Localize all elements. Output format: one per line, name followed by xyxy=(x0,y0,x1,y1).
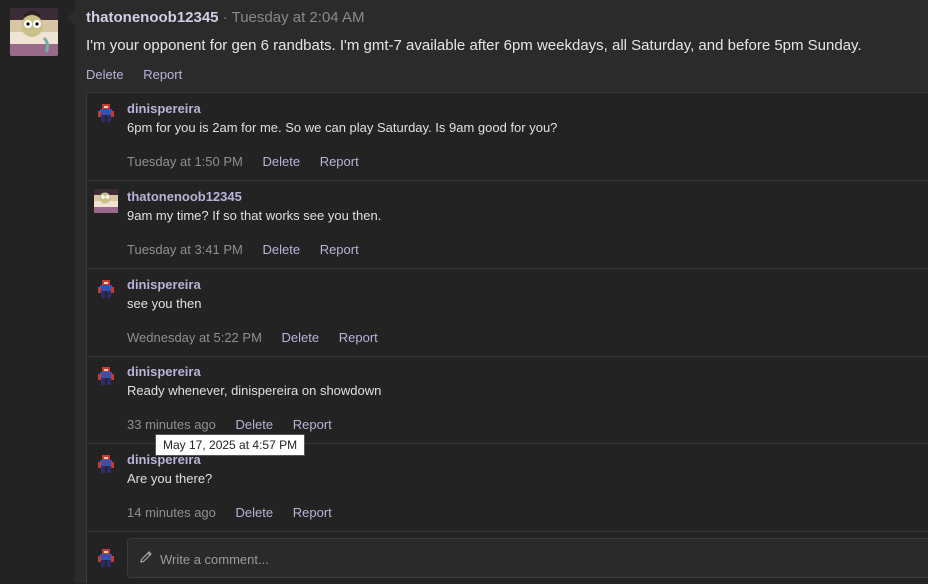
comment-text: see you then xyxy=(127,296,202,311)
left-gutter xyxy=(0,0,75,583)
post-header: thatonenoob12345 · Tuesday at 2:04 AM xyxy=(86,9,364,26)
pixel-sprite-icon xyxy=(98,367,114,385)
comment-username[interactable]: thatonenoob12345 xyxy=(127,189,242,204)
comment-input[interactable] xyxy=(158,547,862,571)
comment-delete-button[interactable]: Delete xyxy=(236,417,274,432)
comment-item: dinispereira 6pm for you is 2am for me. … xyxy=(87,93,928,181)
comment-delete-button[interactable]: Delete xyxy=(282,330,320,345)
post-delete-button[interactable]: Delete xyxy=(86,67,124,82)
comment-reply-box[interactable] xyxy=(127,538,928,578)
comment-avatar[interactable] xyxy=(94,364,118,388)
comment-timestamp[interactable]: 14 minutes ago xyxy=(127,505,216,520)
comment-timestamp[interactable]: Tuesday at 1:50 PM xyxy=(127,154,243,169)
pencil-icon xyxy=(140,551,152,563)
comment-avatar[interactable] xyxy=(94,452,118,476)
comment-list: dinispereira 6pm for you is 2am for me. … xyxy=(86,92,928,584)
comment-item: dinispereira Ready whenever, dinispereir… xyxy=(87,356,928,444)
comment-avatar[interactable] xyxy=(94,189,118,213)
comment-meta: Tuesday at 3:41 PM Delete Report xyxy=(127,242,375,257)
comment-timestamp[interactable]: 33 minutes ago xyxy=(127,417,216,432)
comment-delete-button[interactable]: Delete xyxy=(262,154,300,169)
comment-text: Are you there? xyxy=(127,471,213,486)
comment-report-button[interactable]: Report xyxy=(339,330,378,345)
pixel-sprite-icon xyxy=(98,549,114,567)
comment-meta: 14 minutes ago Delete Report xyxy=(127,505,348,520)
comment-item: dinispereira see you then Wednesday at 5… xyxy=(87,269,928,357)
comment-text: Ready whenever, dinispereira on showdown xyxy=(127,383,382,398)
cartoon-avatar-icon xyxy=(94,189,118,213)
comment-timestamp[interactable]: Tuesday at 3:41 PM xyxy=(127,242,243,257)
comment-avatar[interactable] xyxy=(94,277,118,301)
cartoon-avatar-icon xyxy=(10,8,58,56)
pixel-sprite-icon xyxy=(98,280,114,298)
comment-avatar[interactable] xyxy=(94,101,118,125)
comment-username[interactable]: dinispereira xyxy=(127,277,201,292)
comment-report-button[interactable]: Report xyxy=(293,505,332,520)
post-body: I'm your opponent for gen 6 randbats. I'… xyxy=(86,37,862,54)
comment-text: 9am my time? If so that works see you th… xyxy=(127,208,382,223)
comment-report-button[interactable]: Report xyxy=(320,242,359,257)
comment-meta: 33 minutes ago Delete Report xyxy=(127,417,348,432)
comment-username[interactable]: dinispereira xyxy=(127,364,201,379)
timestamp-tooltip: May 17, 2025 at 4:57 PM xyxy=(155,434,306,456)
speech-arrow xyxy=(67,10,75,26)
comment-report-button[interactable]: Report xyxy=(320,154,359,169)
pixel-sprite-icon xyxy=(98,104,114,122)
header-separator: · xyxy=(222,9,228,26)
pixel-sprite-icon xyxy=(98,455,114,473)
comment-username[interactable]: dinispereira xyxy=(127,101,201,116)
post-avatar[interactable] xyxy=(10,8,58,56)
comment-delete-button[interactable]: Delete xyxy=(236,505,274,520)
post-username[interactable]: thatonenoob12345 xyxy=(86,9,219,26)
post-actions: Delete Report xyxy=(86,67,198,82)
comment-report-button[interactable]: Report xyxy=(293,417,332,432)
comment-delete-button[interactable]: Delete xyxy=(262,242,300,257)
reply-avatar xyxy=(94,546,118,570)
comment-meta: Tuesday at 1:50 PM Delete Report xyxy=(127,154,375,169)
post-timestamp[interactable]: Tuesday at 2:04 AM xyxy=(232,9,365,26)
post-report-button[interactable]: Report xyxy=(143,67,182,82)
comment-timestamp[interactable]: Wednesday at 5:22 PM xyxy=(127,330,262,345)
comment-text: 6pm for you is 2am for me. So we can pla… xyxy=(127,120,558,135)
comment-item: dinispereira Are you there? 14 minutes a… xyxy=(87,444,928,532)
comment-meta: Wednesday at 5:22 PM Delete Report xyxy=(127,330,394,345)
comment-item: thatonenoob12345 9am my time? If so that… xyxy=(87,181,928,269)
